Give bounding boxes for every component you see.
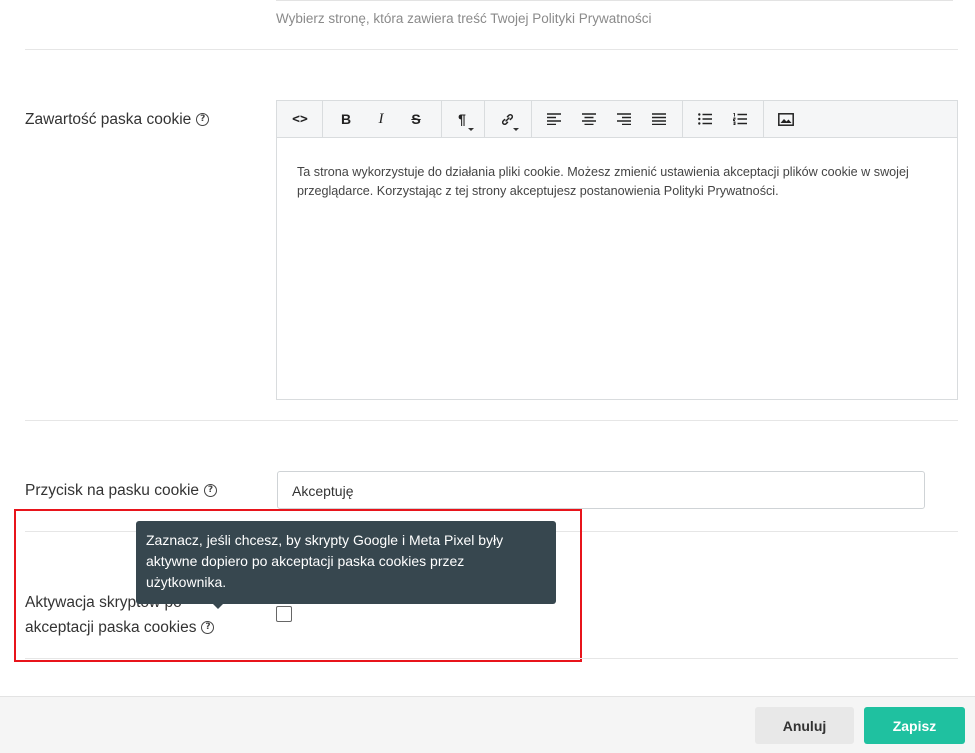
cookie-button-text-input[interactable]: Akceptuję	[277, 471, 925, 509]
align-justify-icon	[652, 113, 666, 125]
help-icon[interactable]: ?	[196, 113, 210, 126]
paragraph-icon: ¶	[458, 111, 466, 127]
save-button[interactable]: Zapisz	[864, 707, 965, 744]
numbered-list-icon	[733, 113, 747, 125]
align-center-button[interactable]	[572, 101, 606, 137]
toolbar-separator	[322, 101, 323, 137]
align-right-icon	[617, 113, 631, 125]
align-center-icon	[582, 113, 596, 125]
strikethrough-button[interactable]: S	[399, 101, 433, 137]
chevron-down-icon	[468, 128, 474, 131]
numbered-list-button[interactable]	[723, 101, 757, 137]
cookie-button-label-text: Przycisk na pasku cookie	[25, 482, 200, 499]
modal-footer: Anuluj Zapisz	[0, 696, 975, 753]
editor-toolbar: <> B I S ¶	[277, 101, 957, 138]
cookie-content-label: Zawartość paska cookie?	[25, 108, 210, 132]
divider	[25, 420, 958, 421]
toolbar-separator	[682, 101, 683, 137]
align-left-icon	[547, 113, 561, 125]
link-button[interactable]	[490, 101, 524, 137]
toolbar-separator	[531, 101, 532, 137]
highlight-box	[14, 509, 582, 662]
bold-button[interactable]: B	[329, 101, 363, 137]
toolbar-separator	[763, 101, 764, 137]
align-justify-button[interactable]	[642, 101, 676, 137]
italic-button[interactable]: I	[364, 101, 398, 137]
paragraph-format-button[interactable]: ¶	[445, 101, 479, 137]
insert-image-button[interactable]	[769, 101, 803, 137]
bullet-list-button[interactable]	[688, 101, 722, 137]
rich-text-editor: <> B I S ¶ Ta strona wykorzystuje do dzi…	[276, 100, 958, 400]
align-right-button[interactable]	[607, 101, 641, 137]
cookie-content-label-text: Zawartość paska cookie	[25, 111, 192, 128]
image-icon	[778, 112, 794, 126]
privacy-policy-select-border	[276, 0, 953, 1]
align-left-button[interactable]	[537, 101, 571, 137]
code-view-button[interactable]: <>	[283, 101, 317, 137]
cancel-button[interactable]: Anuluj	[755, 707, 854, 744]
divider	[25, 658, 958, 659]
divider	[25, 49, 958, 50]
toolbar-separator	[441, 101, 442, 137]
editor-content[interactable]: Ta strona wykorzystuje do działania plik…	[297, 163, 942, 201]
chevron-down-icon	[513, 128, 519, 131]
bullet-list-icon	[698, 113, 712, 125]
toolbar-separator	[484, 101, 485, 137]
cookie-button-label: Przycisk na pasku cookie?	[25, 479, 218, 503]
help-icon[interactable]: ?	[204, 484, 218, 497]
link-icon	[501, 113, 513, 125]
privacy-policy-hint: Wybierz stronę, która zawiera treść Twoj…	[276, 11, 652, 26]
